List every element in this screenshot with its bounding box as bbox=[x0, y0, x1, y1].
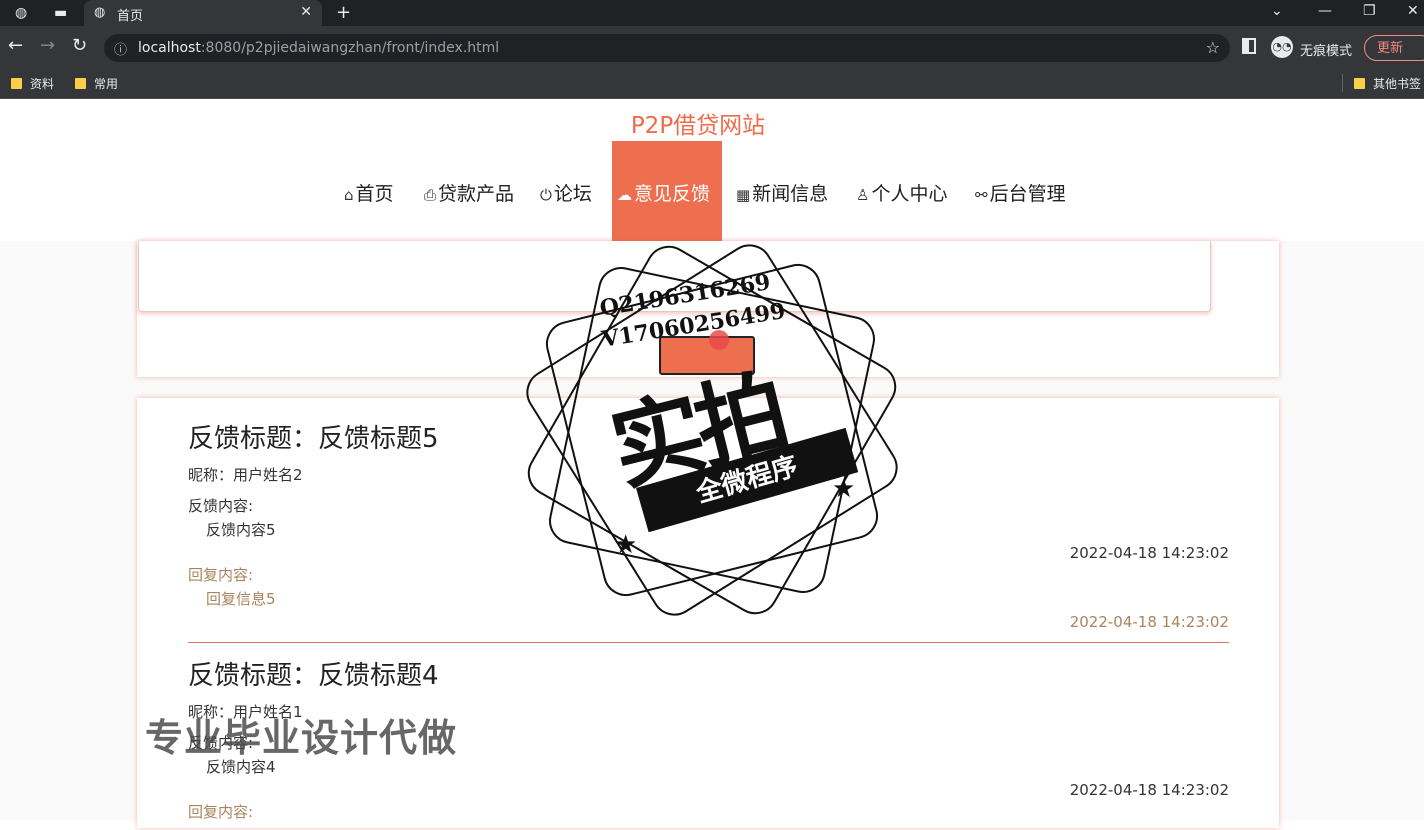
feedback-title: 反馈标题：反馈标题4 bbox=[188, 661, 439, 691]
info-icon[interactable]: ⓘ bbox=[114, 39, 127, 58]
url-text[interactable]: localhost:8080/p2pjiedaiwangzhan/front/i… bbox=[138, 40, 499, 56]
feedback-reply-label: 回复内容: bbox=[188, 566, 254, 584]
ad-watermark-text: 专业毕业设计代做 bbox=[145, 716, 458, 760]
site-title: P2P借贷网站 bbox=[630, 113, 766, 139]
side-panel-icon[interactable] bbox=[1242, 38, 1256, 54]
feedback-nickname: 昵称：用户姓名2 bbox=[188, 466, 303, 484]
bookmark-star-icon[interactable]: ☆ bbox=[1206, 38, 1220, 57]
user-icon: ♙ bbox=[856, 186, 870, 204]
tab-title: 首页 bbox=[117, 9, 144, 24]
site-header: P2P借贷网站 bbox=[0, 100, 1424, 142]
restore-button[interactable]: ❐ bbox=[1363, 3, 1376, 19]
minimize-button[interactable]: — bbox=[1318, 3, 1332, 19]
browser-tab-strip: ◍ ▬ ◍ 首页 ✕ + ⌄ — ❐ ✕ bbox=[0, 0, 1424, 26]
feedback-reply-label: 回复内容: bbox=[188, 803, 254, 821]
update-button[interactable]: 更新 bbox=[1364, 35, 1424, 61]
close-icon[interactable]: ✕ bbox=[300, 4, 312, 20]
bookmark-folder-changyong[interactable]: 常用 bbox=[75, 75, 118, 92]
star-icon: ★ bbox=[614, 530, 638, 560]
incognito-icon[interactable]: ◔◔ bbox=[1271, 36, 1293, 58]
back-button[interactable]: ← bbox=[8, 36, 23, 56]
feedback-content: 反馈内容5 bbox=[206, 521, 276, 539]
grid-icon: ▦ bbox=[736, 186, 751, 204]
feedback-reply: 回复信息5 bbox=[206, 590, 276, 608]
chevron-down-icon[interactable]: ⌄ bbox=[1271, 3, 1283, 19]
forward-button[interactable]: → bbox=[40, 36, 55, 56]
bookmark-folder-ziliao[interactable]: 资料 bbox=[11, 75, 54, 92]
nav-item-news[interactable]: ▦ 新闻信息 bbox=[736, 179, 828, 206]
incognito-label: 无痕模式 bbox=[1300, 44, 1353, 59]
new-tab-button[interactable]: + bbox=[336, 2, 351, 23]
nav-item-admin[interactable]: ⚯ 后台管理 bbox=[975, 179, 1066, 206]
star-icon: ★ bbox=[832, 474, 856, 504]
bookmark-folder-other[interactable]: 其他书签 bbox=[1354, 75, 1421, 92]
cloud-icon: ☁ bbox=[617, 186, 632, 204]
close-window-button[interactable]: ✕ bbox=[1407, 3, 1419, 19]
address-bar[interactable]: ⓘ localhost:8080/p2pjiedaiwangzhan/front… bbox=[104, 34, 1230, 62]
link-icon: ⚯ bbox=[975, 186, 988, 204]
feedback-reply-time: 2022-04-18 14:23:02 bbox=[1069, 613, 1229, 631]
nav-item-home[interactable]: ⌂ 首页 bbox=[344, 179, 394, 206]
tab-overview-icon[interactable]: ▬ bbox=[54, 5, 67, 21]
reload-button[interactable]: ↻ bbox=[72, 36, 87, 56]
nav-item-loan-products[interactable]: ⎙ 贷款产品 bbox=[424, 179, 514, 206]
browser-tab-active[interactable]: ◍ 首页 ✕ bbox=[84, 0, 322, 26]
folder-icon bbox=[1354, 78, 1365, 89]
home-icon: ⌂ bbox=[344, 186, 354, 204]
folder-icon bbox=[11, 78, 22, 89]
bookmarks-bar: 资料 常用 其他书签 bbox=[0, 68, 1424, 99]
globe-icon: ◍ bbox=[94, 5, 106, 20]
bookmarks-divider bbox=[1342, 74, 1343, 92]
main-nav: ⌂ 首页 ⎙ 贷款产品 ⏻ 论坛 ☁ 意见反馈 ▦ 新闻信息 ♙ 个人中心 ⚯ 后台管理 bbox=[0, 141, 1424, 242]
folder-icon bbox=[75, 78, 86, 89]
feedback-content-time: 2022-04-18 14:23:02 bbox=[1069, 544, 1229, 562]
entry-divider bbox=[188, 642, 1229, 643]
printer-icon: ⎙ bbox=[424, 186, 437, 204]
nav-item-personal-center[interactable]: ♙ 个人中心 bbox=[856, 179, 947, 206]
nav-item-feedback[interactable]: ☁ 意见反馈 bbox=[612, 141, 722, 242]
nav-item-forum[interactable]: ⏻ 论坛 bbox=[540, 179, 592, 206]
globe-icon[interactable]: ◍ bbox=[15, 5, 27, 21]
power-icon: ⏻ bbox=[540, 186, 552, 204]
feedback-content-label: 反馈内容: bbox=[188, 497, 254, 515]
feedback-content-time: 2022-04-18 14:23:02 bbox=[1069, 781, 1229, 799]
